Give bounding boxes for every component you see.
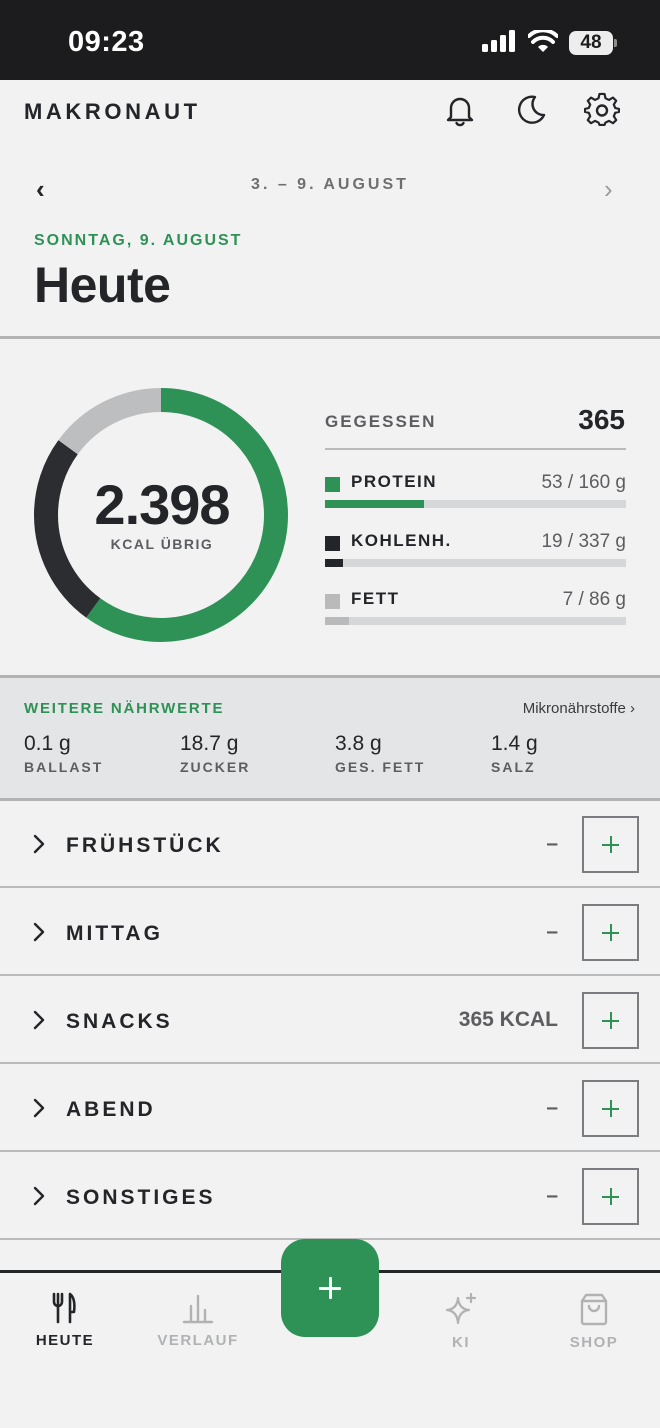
macro-name: FETT <box>351 589 400 608</box>
macro-swatch <box>325 594 340 609</box>
divider <box>0 974 660 976</box>
meal-label: MITTAG <box>66 922 163 945</box>
chevron-right-icon <box>33 1010 45 1030</box>
nutrients-title: WEITERE NÄHRWERTE <box>24 700 225 717</box>
macro-name: PROTEIN <box>351 472 438 491</box>
macro-row-fat: FETT 7 / 86 g <box>325 587 626 637</box>
meal-label: SNACKS <box>66 1010 173 1033</box>
gear-icon[interactable] <box>584 92 620 128</box>
kcal-remaining-label: KCAL ÜBRIG <box>110 536 214 552</box>
wifi-icon <box>528 30 558 52</box>
meal-row-dinner[interactable]: ABEND – <box>0 1066 660 1152</box>
meal-kcal: – <box>546 920 558 943</box>
add-entry-fab[interactable] <box>281 1239 379 1337</box>
nutrient-item: 1.4 g SALZ <box>491 732 538 775</box>
eaten-value: 365 <box>578 404 625 435</box>
nutrient-value: 0.1 g <box>24 732 71 755</box>
meal-kcal: 365 KCAL <box>458 1008 558 1031</box>
chevron-right-icon <box>33 1186 45 1206</box>
bell-icon[interactable] <box>442 92 478 128</box>
nutrient-value: 1.4 g <box>491 732 538 755</box>
tab-heute[interactable]: HEUTE <box>10 1292 120 1349</box>
meal-label: FRÜHSTÜCK <box>66 834 224 857</box>
app-brand: MAKRONAUT <box>24 99 201 124</box>
nutrient-item: 18.7 g ZUCKER <box>180 732 250 775</box>
chevron-right-icon <box>33 922 45 942</box>
macro-progress-track <box>325 500 626 508</box>
macro-row-carbs: KOHLENH. 19 / 337 g <box>325 529 626 579</box>
macro-progress-fill <box>325 500 425 508</box>
divider <box>0 798 660 801</box>
divider <box>0 1062 660 1064</box>
add-food-button[interactable] <box>582 1168 639 1225</box>
nutrient-value: 18.7 g <box>180 732 239 755</box>
add-food-button[interactable] <box>582 1080 639 1137</box>
macro-name: KOHLENH. <box>351 531 452 550</box>
eaten-divider <box>325 448 626 450</box>
status-bar: 09:23 48 <box>0 0 660 80</box>
bar-chart-icon <box>182 1294 214 1324</box>
add-food-button[interactable] <box>582 992 639 1049</box>
macro-value: 7 / 86 g <box>562 589 626 610</box>
micronutrients-link[interactable]: Mikronährstoffe › <box>523 700 635 717</box>
more-nutrients-panel: WEITERE NÄHRWERTE Mikronährstoffe › 0.1 … <box>0 678 660 798</box>
fork-knife-icon <box>52 1292 76 1324</box>
tab-label: HEUTE <box>35 1332 95 1349</box>
tab-shop[interactable]: SHOP <box>539 1292 649 1351</box>
meal-kcal: – <box>546 1184 558 1207</box>
cellular-signal-icon <box>482 30 515 52</box>
week-navigator: ‹ 3. – 9. AUGUST › <box>0 160 660 216</box>
moon-icon[interactable] <box>513 92 549 128</box>
battery-indicator: 48 <box>569 31 613 55</box>
divider <box>0 886 660 888</box>
battery-nub <box>614 39 617 47</box>
calorie-summary: 2.398 KCAL ÜBRIG GEGESSEN 365 PROTEIN 53… <box>0 340 660 676</box>
nutrient-label: GES. FETT <box>335 759 426 775</box>
macro-progress-fill <box>325 559 344 567</box>
macro-value: 19 / 337 g <box>541 531 626 552</box>
macro-row-protein: PROTEIN 53 / 160 g <box>325 470 626 520</box>
divider <box>0 1150 660 1152</box>
macro-value: 53 / 160 g <box>541 472 626 493</box>
macro-progress-track <box>325 617 626 625</box>
nutrient-label: SALZ <box>491 759 536 775</box>
tab-ki[interactable]: KI <box>406 1292 516 1351</box>
next-week-chevron-icon[interactable]: › <box>604 174 613 205</box>
app-header: MAKRONAUT <box>0 80 660 140</box>
meal-kcal: – <box>546 1096 558 1119</box>
nutrient-value: 3.8 g <box>335 732 382 755</box>
status-time: 09:23 <box>68 26 145 58</box>
shopping-bag-icon <box>580 1293 608 1326</box>
meal-row-other[interactable]: SONSTIGES – <box>0 1154 660 1240</box>
meal-row-breakfast[interactable]: FRÜHSTÜCK – <box>0 802 660 888</box>
tab-label: KI <box>452 1334 470 1351</box>
nutrient-label: ZUCKER <box>180 759 251 775</box>
tab-label: SHOP <box>569 1334 619 1351</box>
tab-verlauf[interactable]: VERLAUF <box>143 1292 253 1349</box>
sparkle-icon <box>445 1292 477 1325</box>
meal-row-lunch[interactable]: MITTAG – <box>0 890 660 976</box>
tab-label: VERLAUF <box>157 1332 239 1349</box>
nutrient-item: 0.1 g BALLAST <box>24 732 103 775</box>
day-subtitle: SONNTAG, 9. AUGUST <box>34 232 243 249</box>
macro-swatch <box>325 536 340 551</box>
week-range: 3. – 9. AUGUST <box>251 176 409 193</box>
meal-label: SONSTIGES <box>66 1186 216 1209</box>
kcal-remaining-value: 2.398 <box>94 473 230 536</box>
add-food-button[interactable] <box>582 904 639 961</box>
eaten-label: GEGESSEN <box>325 412 437 431</box>
nutrient-item: 3.8 g GES. FETT <box>335 732 425 775</box>
add-food-button[interactable] <box>582 816 639 873</box>
nutrient-label: BALLAST <box>24 759 104 775</box>
meal-row-snacks[interactable]: SNACKS 365 KCAL <box>0 978 660 1064</box>
chevron-right-icon <box>33 1098 45 1118</box>
meal-kcal: – <box>546 832 558 855</box>
divider <box>0 336 660 339</box>
chevron-right-icon <box>33 834 45 854</box>
macro-swatch <box>325 477 340 492</box>
macro-progress-track <box>325 559 626 567</box>
page-title: Heute <box>34 257 171 313</box>
macro-progress-fill <box>325 617 350 625</box>
meal-label: ABEND <box>66 1098 156 1121</box>
